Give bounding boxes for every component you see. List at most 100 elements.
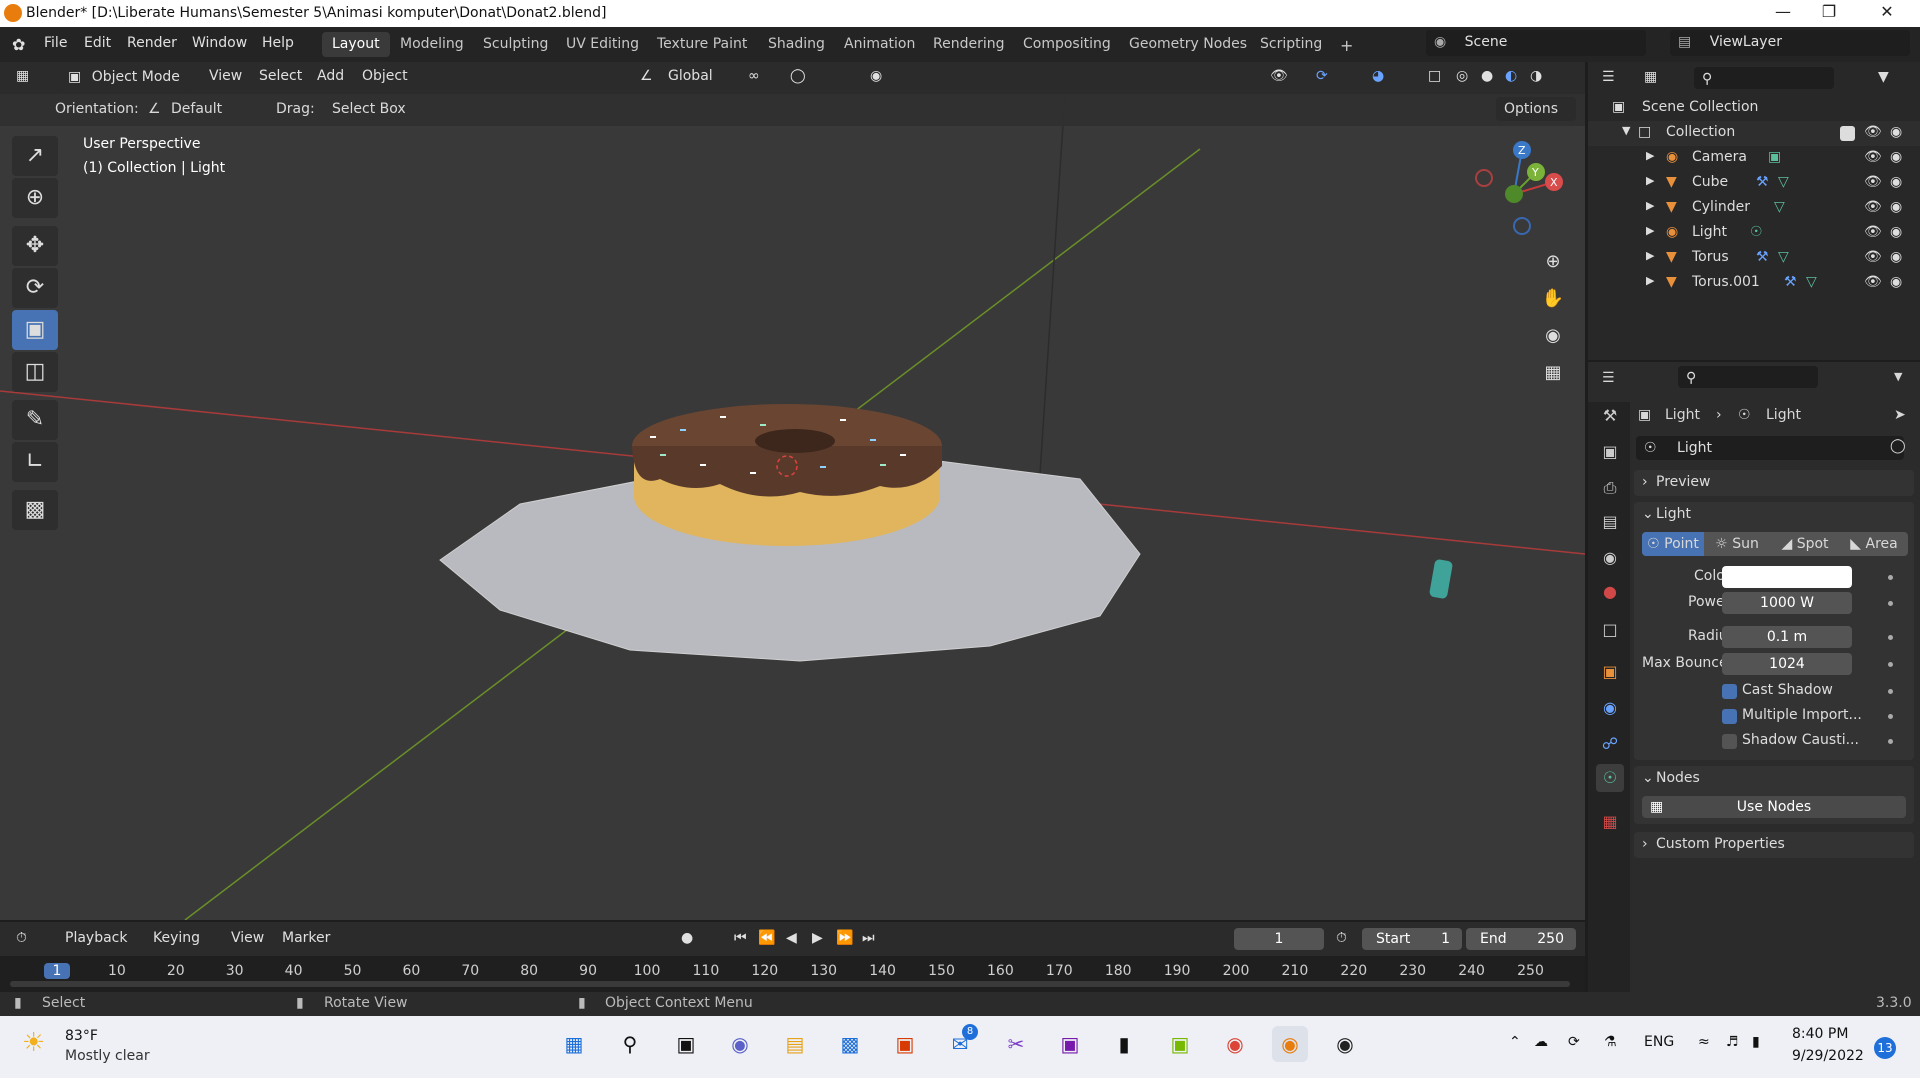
visibility-icon[interactable]: 👁 [1864, 224, 1882, 240]
menu-file[interactable]: File [44, 35, 67, 51]
expand-icon[interactable]: ▶ [1646, 249, 1654, 262]
outliner-row-camera[interactable]: ▶ ◉ Camera ▣ 👁 ◉ [1588, 146, 1920, 171]
use-nodes-button[interactable]: ▦ Use Nodes [1642, 796, 1906, 818]
light-type-sun[interactable]: ☼ Sun [1706, 532, 1768, 556]
play-reverse-icon[interactable]: ◀ [786, 930, 797, 946]
minimize-icon[interactable]: — [1760, 2, 1806, 21]
add-menu[interactable]: Add [317, 68, 344, 84]
visibility-icon[interactable]: 👁 [1270, 68, 1288, 84]
restore-icon[interactable]: ❐ [1806, 2, 1852, 21]
render-icon[interactable]: ◉ [1890, 274, 1902, 290]
mode-dropdown[interactable]: ▣ Object Mode [60, 65, 192, 91]
tab-sculpting[interactable]: Sculpting [473, 32, 558, 57]
fake-user-icon[interactable]: ◯ [1890, 438, 1906, 454]
multiple-importance-checkbox[interactable] [1722, 709, 1737, 724]
tab-modeling[interactable]: Modeling [390, 32, 474, 57]
expand-icon[interactable]: ▶ [1646, 274, 1654, 287]
power-field[interactable]: 1000 W [1722, 592, 1852, 614]
radius-field[interactable]: 0.1 m [1722, 626, 1852, 648]
sync-icon[interactable]: ⟳ [1568, 1034, 1580, 1050]
weather-temp[interactable]: 83°F [65, 1028, 98, 1044]
collection-render-icon[interactable]: ◉ [1890, 124, 1902, 140]
wifi-icon[interactable]: ≈ [1698, 1034, 1710, 1050]
microphone-icon[interactable]: ⚗ [1604, 1034, 1617, 1050]
close-icon[interactable]: ✕ [1864, 2, 1910, 21]
expand-icon[interactable]: ▶ [1646, 224, 1654, 237]
clock-time[interactable]: 8:40 PM [1792, 1026, 1848, 1042]
onedrive-icon[interactable]: ☁ [1534, 1034, 1548, 1050]
texture-tab-icon[interactable]: ▦ [1596, 808, 1624, 836]
language-indicator[interactable]: ENG [1644, 1034, 1674, 1050]
task-view-icon[interactable]: ▣ [668, 1026, 704, 1062]
render-icon[interactable]: ◉ [1890, 199, 1902, 215]
nodes-panel-label[interactable]: Nodes [1656, 770, 1700, 786]
outliner-search[interactable]: ⚲ [1694, 67, 1834, 89]
outliner-row-light[interactable]: ▶ ◉ Light ☉ 👁 ◉ [1588, 221, 1920, 246]
material-shading-icon[interactable]: ◐ [1505, 68, 1517, 84]
shadow-caustics-checkbox[interactable] [1722, 734, 1737, 749]
outliner-row-cylinder[interactable]: ▶ ▼ Cylinder ▽ 👁 ◉ [1588, 196, 1920, 221]
physics-tab-icon[interactable]: ◉ [1596, 694, 1624, 722]
light-type-spot[interactable]: ◢ Spot [1772, 532, 1838, 556]
chat-icon[interactable]: ◉ [722, 1026, 758, 1062]
editor-type-icon[interactable]: ▦ [16, 68, 29, 84]
render-icon[interactable]: ◉ [1890, 174, 1902, 190]
properties-search[interactable]: ⚲ [1678, 366, 1818, 388]
start-menu-icon[interactable]: ▦ [556, 1026, 592, 1062]
light-data-tab-icon[interactable]: ☉ [1596, 764, 1624, 792]
transform-tool-icon[interactable]: ◫ [12, 352, 58, 392]
tab-shading[interactable]: Shading [758, 32, 835, 57]
proportional-edit-icon[interactable]: ◉ [870, 68, 882, 84]
light-type-area[interactable]: ◣ Area [1840, 532, 1908, 556]
weather-icon[interactable]: ☀ [22, 1028, 45, 1058]
jump-end-icon[interactable]: ⏭ [862, 930, 875, 946]
outliner-row-cube[interactable]: ▶ ▼ Cube ⚒ ▽ 👁 ◉ [1588, 171, 1920, 196]
render-icon[interactable]: ◉ [1890, 249, 1902, 265]
collection-visibility-icon[interactable]: 👁 [1864, 124, 1882, 140]
annotate-tool-icon[interactable]: ✎ [12, 400, 58, 440]
options-dropdown[interactable]: Options [1496, 97, 1576, 121]
outliner-row-collection[interactable]: ▼ □ Collection 👁 ◉ [1588, 121, 1920, 146]
keyframe-dot-icon[interactable] [1888, 739, 1893, 744]
navigation-gizmo[interactable]: Z X Y [1472, 138, 1572, 238]
office-icon[interactable]: ▣ [887, 1026, 923, 1062]
xray-icon[interactable]: □ [1428, 68, 1441, 84]
measure-tool-icon[interactable]: ∟ [12, 442, 58, 482]
keyframe-dot-icon[interactable] [1888, 689, 1893, 694]
scene-selector[interactable]: ◉ Scene [1426, 30, 1646, 56]
timeline-scrollbar[interactable] [10, 981, 1570, 987]
properties-editor-icon[interactable]: ☰ [1602, 370, 1615, 386]
current-frame-field[interactable]: 1 [1234, 928, 1324, 950]
weather-desc[interactable]: Mostly clear [65, 1048, 150, 1064]
output-tab-icon[interactable]: ⎙ [1596, 474, 1624, 502]
scale-tool-icon[interactable]: ▣ [12, 310, 58, 350]
chrome-icon[interactable]: ◉ [1217, 1026, 1253, 1062]
tab-rendering[interactable]: Rendering [923, 32, 1015, 57]
timeline-editor-icon[interactable]: ⏱ [16, 930, 27, 946]
menu-edit[interactable]: Edit [84, 35, 111, 51]
max-bounces-field[interactable]: 1024 [1722, 653, 1852, 675]
expand-collection-icon[interactable]: ▼ [1622, 124, 1630, 137]
object-tab-icon[interactable]: ▣ [1596, 658, 1624, 686]
viewlayer-selector[interactable]: ▤ ViewLayer [1670, 30, 1910, 56]
view-layer-tab-icon[interactable]: ▤ [1596, 508, 1624, 536]
tab-texture-paint[interactable]: Texture Paint [647, 32, 757, 57]
pin-icon[interactable]: ➤ [1894, 407, 1906, 423]
view-menu[interactable]: View [209, 68, 242, 84]
zoom-icon[interactable]: ⊕ [1535, 244, 1571, 280]
tool-tab-icon[interactable]: ⚒ [1596, 402, 1624, 430]
collection-exclude-checkbox[interactable] [1840, 126, 1855, 141]
select-menu[interactable]: Select [259, 68, 302, 84]
play-icon[interactable]: ▶ [812, 930, 823, 946]
cursor-tool-icon[interactable]: ⊕ [12, 178, 58, 218]
snap-icon[interactable]: ◯ [790, 68, 806, 84]
visibility-icon[interactable]: 👁 [1864, 249, 1882, 265]
keyframe-dot-icon[interactable] [1888, 662, 1893, 667]
davinci-icon[interactable]: ◉ [1327, 1026, 1363, 1062]
keyframe-dot-icon[interactable] [1888, 714, 1893, 719]
terminal-icon[interactable]: ▮ [1106, 1026, 1142, 1062]
light-datablock-selector[interactable]: ☉ Light [1636, 436, 1904, 460]
tab-geometry-nodes[interactable]: Geometry Nodes [1119, 32, 1257, 57]
next-keyframe-icon[interactable]: ⏩ [836, 930, 853, 946]
collection-tab-icon[interactable]: □ [1596, 616, 1624, 644]
